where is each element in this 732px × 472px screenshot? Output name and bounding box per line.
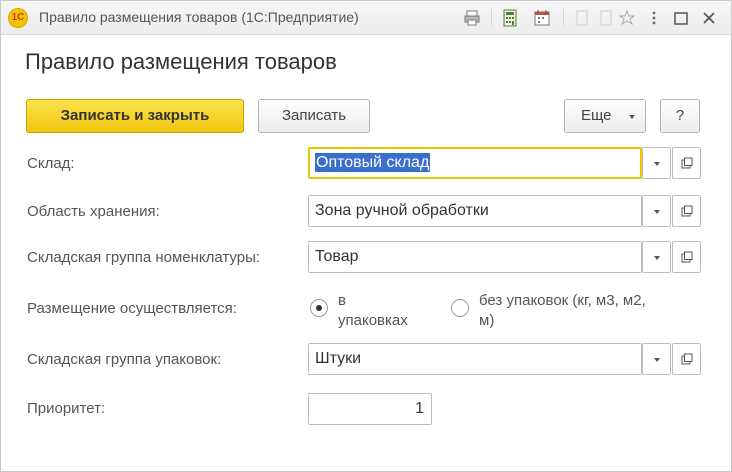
item-group-label: Складская группа номенклатуры: (27, 249, 261, 266)
priority-input[interactable]: 1 (308, 393, 432, 425)
open-icon (681, 205, 693, 217)
maximize-icon[interactable] (673, 9, 689, 27)
more-button[interactable]: Еще (564, 99, 646, 133)
calculator-icon[interactable] (501, 9, 519, 27)
open-icon (681, 251, 693, 263)
title-bar: 1С Правило размещения товаров (1С:Предпр… (1, 1, 731, 35)
storage-area-label: Область хранения: (27, 203, 160, 220)
calendar-icon[interactable] (533, 9, 551, 27)
bookmark-icon[interactable] (619, 9, 635, 27)
package-group-field[interactable]: Штуки (308, 343, 642, 375)
option-text-line: в (338, 292, 346, 309)
chevron-down-icon (654, 256, 660, 260)
toolbar-separator (563, 9, 564, 27)
window-title: Правило размещения товаров (1С:Предприят… (39, 9, 359, 25)
more-button-label: Еще (581, 107, 612, 124)
warehouse-label: Склад: (27, 155, 75, 172)
nav-icon[interactable] (599, 9, 613, 27)
package-group-open-button[interactable] (672, 343, 701, 375)
option-text-line: упаковках (338, 312, 408, 329)
item-group-open-button[interactable] (672, 241, 701, 273)
package-group-dropdown-button[interactable] (642, 343, 671, 375)
help-button[interactable]: ? (660, 99, 700, 133)
package-group-label: Складская группа упаковок: (27, 351, 222, 368)
item-group-dropdown-button[interactable] (642, 241, 671, 273)
placement-radio-no-packages[interactable] (451, 299, 469, 317)
placement-option-no-packages[interactable]: без упаковок (кг, м3, м2, м) (479, 291, 646, 331)
option-text-line: м) (479, 312, 495, 329)
storage-area-dropdown-button[interactable] (642, 195, 671, 227)
placement-option-in-packages[interactable]: в упаковках (338, 291, 408, 331)
open-icon (681, 157, 693, 169)
placement-radio-in-packages[interactable] (310, 299, 328, 317)
storage-area-field[interactable]: Зона ручной обработки (308, 195, 642, 227)
print-icon[interactable] (463, 9, 481, 27)
toolbar-separator (491, 9, 492, 27)
warehouse-open-button[interactable] (672, 147, 701, 179)
option-text-line: без упаковок (кг, м3, м2, (479, 292, 646, 309)
nav-icon[interactable] (575, 9, 589, 27)
warehouse-field[interactable]: Оптовый склад (308, 147, 642, 179)
warehouse-value: Оптовый склад (315, 153, 431, 172)
chevron-down-icon (629, 115, 635, 119)
save-and-close-button[interactable]: Записать и закрыть (26, 99, 244, 133)
warehouse-dropdown-button[interactable] (642, 147, 671, 179)
app-logo-icon: 1С (8, 8, 28, 28)
save-button[interactable]: Записать (258, 99, 370, 133)
placement-label: Размещение осуществляется: (27, 300, 237, 317)
open-icon (681, 353, 693, 365)
more-menu-icon[interactable] (647, 9, 661, 27)
item-group-field[interactable]: Товар (308, 241, 642, 273)
storage-area-open-button[interactable] (672, 195, 701, 227)
dialog-window: 1С Правило размещения товаров (1С:Предпр… (0, 0, 732, 472)
page-title: Правило размещения товаров (25, 49, 337, 74)
priority-label: Приоритет: (27, 400, 106, 417)
close-icon[interactable] (701, 9, 717, 27)
